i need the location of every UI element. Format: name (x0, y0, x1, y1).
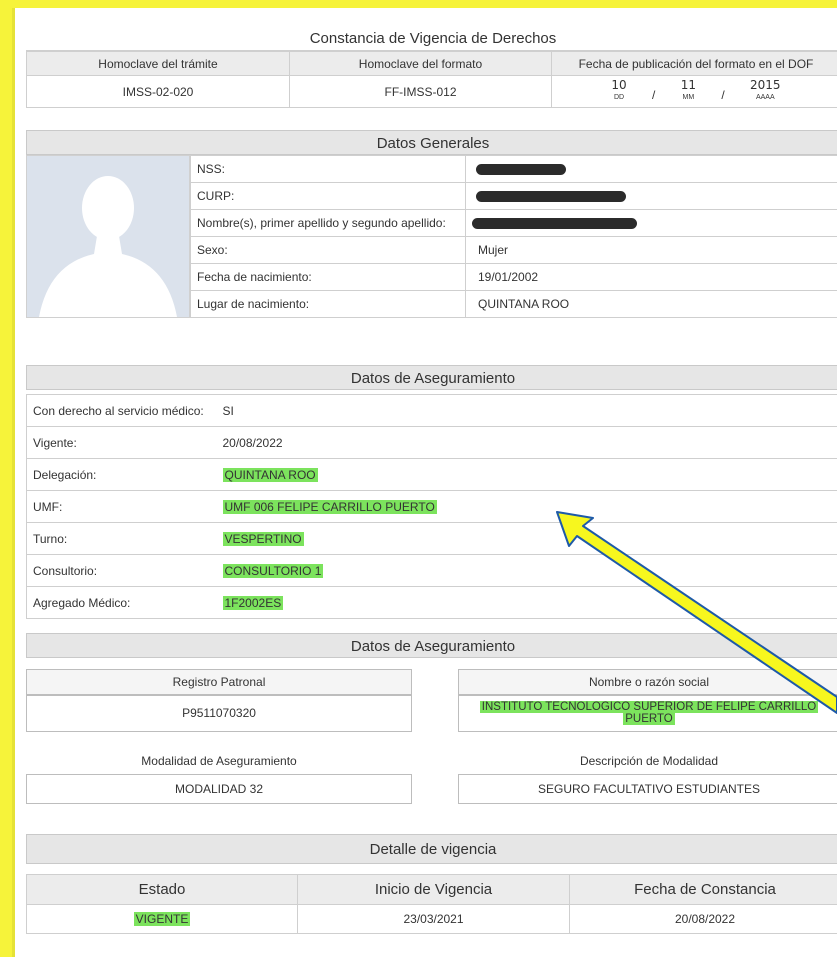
annotation-arrow-icon (556, 511, 837, 714)
